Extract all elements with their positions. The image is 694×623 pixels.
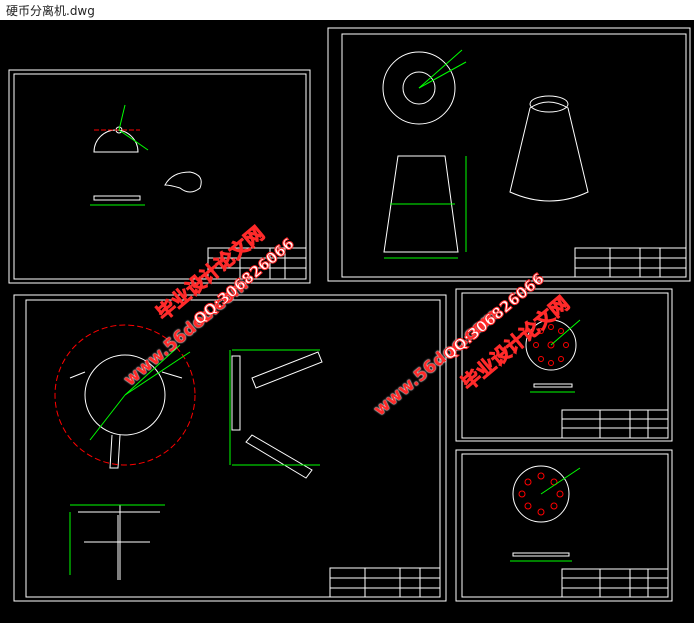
drawing-sheet-5[interactable] bbox=[455, 449, 673, 602]
cad-drawing bbox=[8, 27, 691, 602]
document-title: 硬币分离机.dwg bbox=[6, 4, 95, 18]
drawing-sheet-2[interactable] bbox=[327, 27, 691, 282]
title-bar: 硬币分离机.dwg bbox=[0, 0, 694, 21]
cad-drawing-canvas[interactable]: www.56doc.com QQ:306826066 毕业设计论文网 www.5… bbox=[0, 20, 694, 623]
